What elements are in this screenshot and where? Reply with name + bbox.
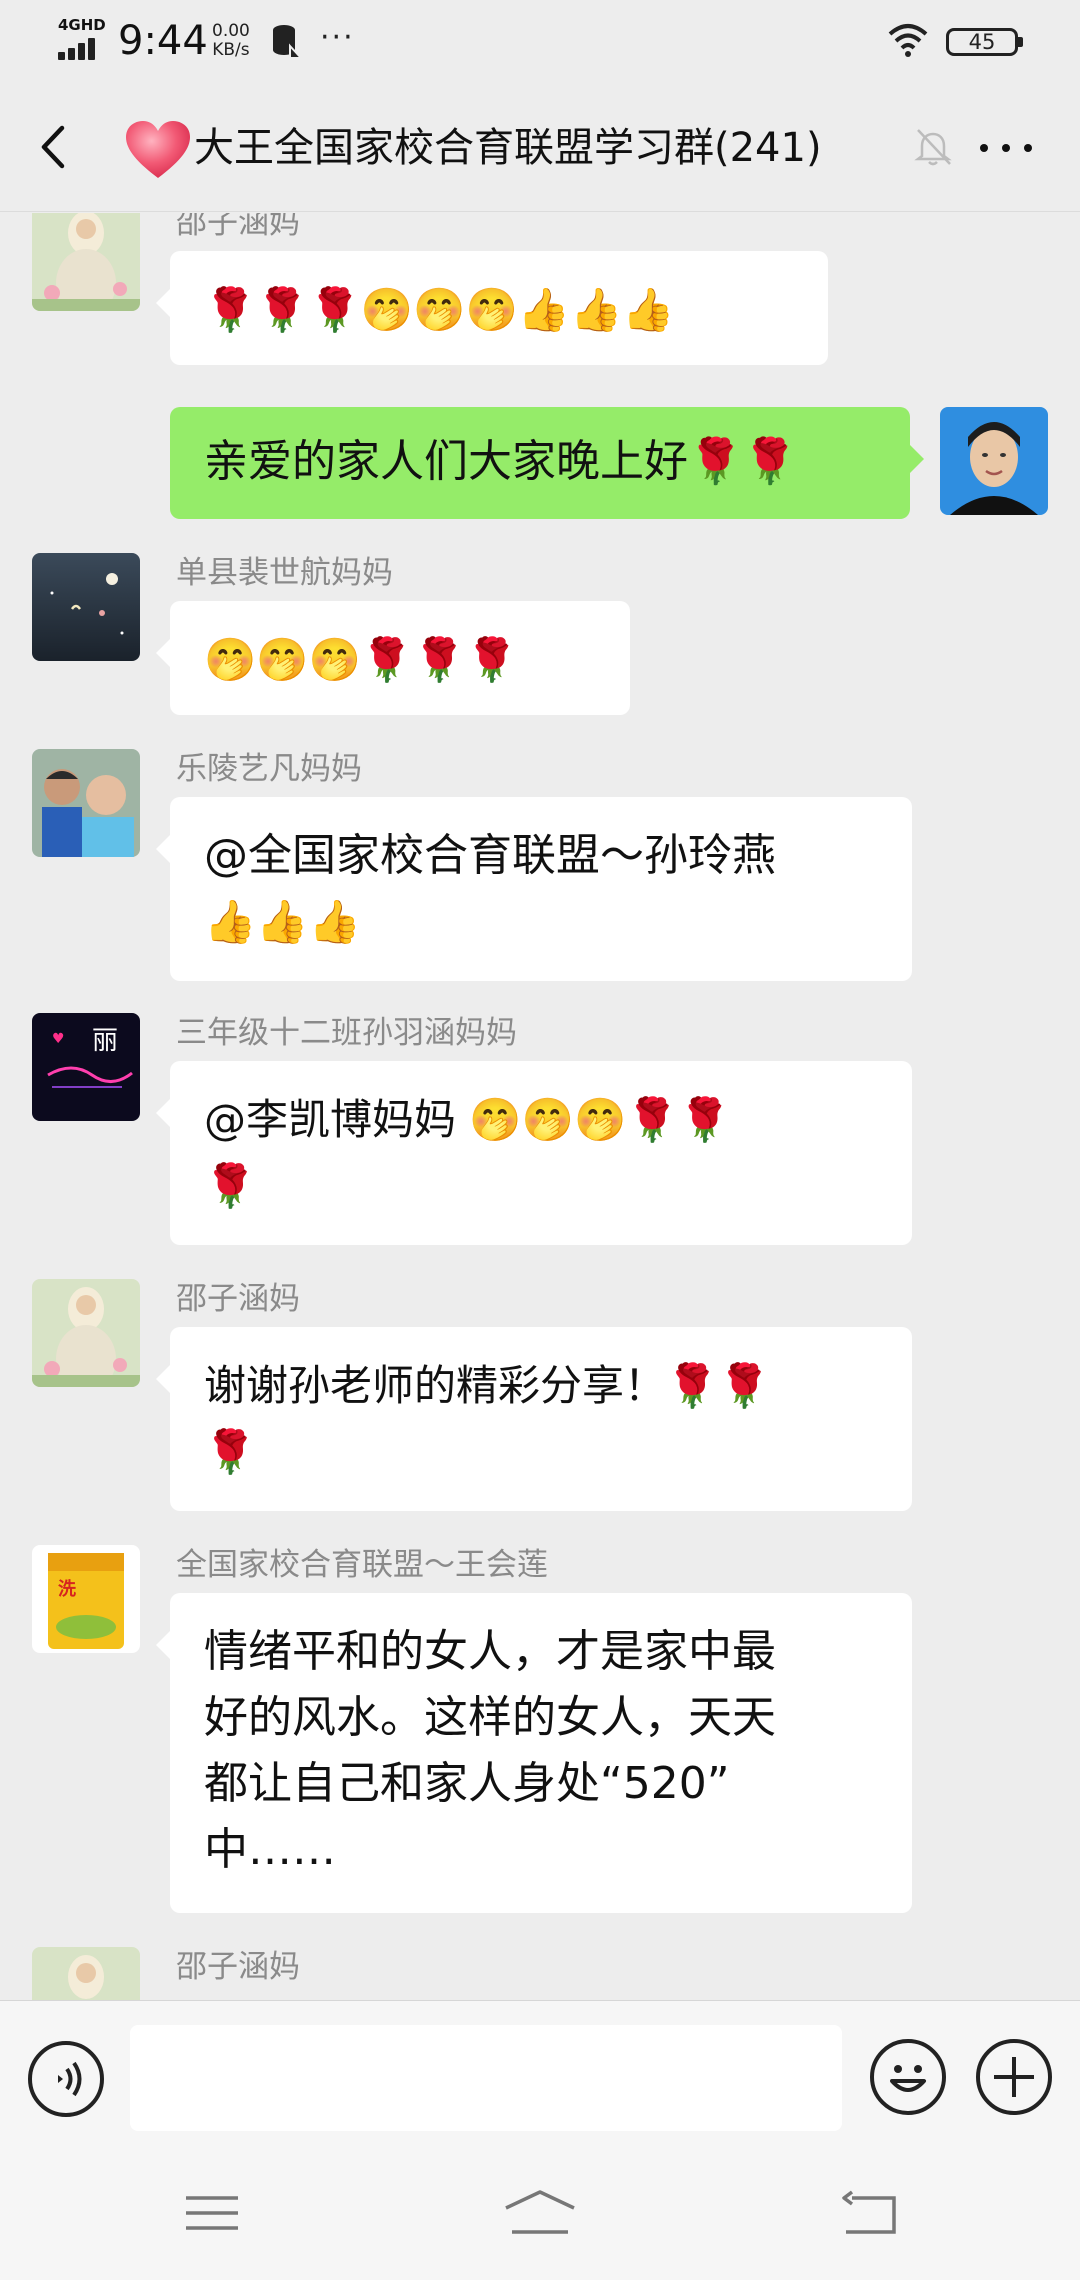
status-time: 9:44 <box>118 18 208 64</box>
chat-title: 大王全国家校合育联盟学习群(241) <box>194 125 822 171</box>
message-text: 🤭🤭🤭🌹🌹🌹 <box>204 635 518 684</box>
message-input[interactable] <box>130 2025 842 2131</box>
sender-name: 邵子涵妈 <box>176 1949 300 1985</box>
bell-muted-icon <box>914 129 952 166</box>
avatar[interactable] <box>32 1279 140 1387</box>
wifi-icon <box>888 24 928 57</box>
network-speed: 0.00 KB/s <box>212 22 250 60</box>
message-text: 中…… <box>204 1824 336 1875</box>
status-bar: 4GHD 9:44 0.00 KB/s ··· 45 <box>0 0 1080 82</box>
message-list[interactable]: 邵子涵妈 🌹🌹🌹🤭🤭🤭👍👍👍 亲爱的家人们大家晚上好🌹🌹 单县裴世航妈妈 🤭🤭🤭… <box>0 213 1080 2000</box>
avatar[interactable] <box>32 1947 140 2000</box>
menu-icon[interactable] <box>182 2188 242 2238</box>
heart-icon <box>126 121 190 178</box>
message-text: 🌹 <box>204 1161 257 1210</box>
plus-icon[interactable] <box>976 2039 1052 2115</box>
message-bubble[interactable]: @李凯博妈妈 🤭🤭🤭🌹🌹 🌹 <box>156 1061 912 1245</box>
battery-icon: 45 <box>946 28 1023 56</box>
more-horizontal-icon[interactable] <box>976 128 1036 168</box>
emoji-icon[interactable] <box>870 2039 946 2115</box>
chat-header: 大王全国家校合育联盟学习群(241) <box>0 82 1080 212</box>
message-bubble[interactable]: @全国家校合育联盟～孙玲燕 👍👍👍 <box>156 797 912 981</box>
speed-unit: KB/s <box>212 40 250 60</box>
message-bubble[interactable]: 情绪平和的女人，才是家中最 好的风水。这样的女人，天天 都让自己和家人身处“52… <box>156 1593 912 1913</box>
network-type: 4GHD <box>58 16 106 34</box>
avatar-self[interactable] <box>940 407 1048 515</box>
message-text: 亲爱的家人们大家晚上好🌹🌹 <box>204 436 798 487</box>
avatar[interactable] <box>32 553 140 661</box>
sender-name: 三年级十二班孙羽涵妈妈 <box>176 1015 517 1051</box>
message-text: 谢谢孙老师的精彩分享！🌹🌹 <box>204 1361 771 1410</box>
voice-icon[interactable] <box>28 2041 104 2117</box>
avatar[interactable]: 洗 <box>32 1545 140 1653</box>
message-text: 都让自己和家人身处“520” <box>204 1758 730 1809</box>
message-text: 👍👍👍 <box>204 897 361 946</box>
system-nav-bar <box>0 2144 1080 2280</box>
speed-value: 0.00 <box>212 21 250 41</box>
message-text: 🌹🌹🌹🤭🤭🤭👍👍👍 <box>204 285 675 334</box>
message-bubble-self[interactable]: 亲爱的家人们大家晚上好🌹🌹 <box>170 407 924 519</box>
sender-name: 乐陵艺凡妈妈 <box>176 751 362 787</box>
message-bubble[interactable]: 🌹🌹🌹🤭🤭🤭👍👍👍 <box>156 251 828 365</box>
message-text: @全国家校合育联盟～孙玲燕 <box>204 830 776 881</box>
avatar[interactable] <box>32 213 140 311</box>
input-bar <box>0 2000 1080 2144</box>
sender-name: 邵子涵妈 <box>176 213 300 241</box>
message-text: 好的风水。这样的女人，天天 <box>204 1692 776 1743</box>
home-icon[interactable] <box>502 2188 578 2238</box>
message-bubble[interactable]: 谢谢孙老师的精彩分享！🌹🌹 🌹 <box>156 1327 912 1511</box>
status-more-icon: ··· <box>320 20 355 55</box>
avatar-text: 丽 <box>92 1026 118 1056</box>
chevron-left-icon[interactable] <box>32 122 76 172</box>
data-warning-icon <box>273 25 302 59</box>
message-bubble[interactable]: 🤭🤭🤭🌹🌹🌹 <box>156 601 630 715</box>
message-text: 情绪平和的女人，才是家中最 <box>204 1626 776 1677</box>
svg-text:洗: 洗 <box>58 1578 76 1600</box>
message-text: @李凯博妈妈 🤭🤭🤭🌹🌹 <box>204 1095 731 1144</box>
svg-text:♥: ♥ <box>52 1031 65 1047</box>
sender-name: 邵子涵妈 <box>176 1281 300 1317</box>
back-icon[interactable] <box>838 2188 898 2238</box>
sender-name: 单县裴世航妈妈 <box>176 555 393 591</box>
avatar[interactable] <box>32 749 140 857</box>
avatar[interactable]: ♥ 丽 <box>32 1013 140 1121</box>
sender-name: 全国家校合育联盟～王会莲 <box>176 1547 548 1583</box>
signal-icon <box>58 36 104 60</box>
message-text: 🌹 <box>204 1427 257 1476</box>
